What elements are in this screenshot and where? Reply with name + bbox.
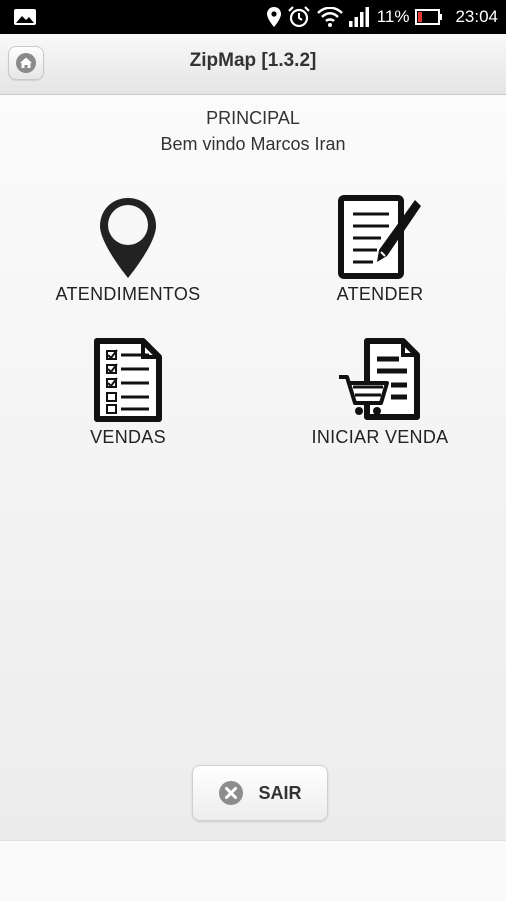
close-circle-icon [219,781,244,805]
battery-percent: 11% [376,7,410,26]
exit-button-label: SAIR [258,782,302,803]
image-notification-icon [14,9,36,25]
map-pin-icon [100,198,156,278]
app-bar: ZipMap [1.3.2] [0,34,506,95]
app-title: ZipMap [1.3.2] [189,50,317,71]
tile-label: ATENDER [336,284,424,304]
tile-label: VENDAS [90,427,166,447]
clock: 23:04 [455,7,498,26]
cart-document-icon [339,338,420,420]
tile-label: ATENDIMENTOS [55,284,201,304]
page-heading: PRINCIPAL Bem vindo Marcos Iran [0,105,506,157]
checklist-icon [94,338,162,422]
alarm-icon [287,6,310,28]
location-icon [266,7,281,27]
wifi-icon [316,7,343,27]
form-pen-icon [338,195,421,279]
tile-iniciar-venda[interactable]: INICIAR VENDA [260,333,500,448]
exit-button[interactable]: SAIR [192,765,328,821]
main-content: PRINCIPAL Bem vindo Marcos Iran ATENDIME… [0,95,506,840]
footer-bar [0,840,506,901]
tile-label: INICIAR VENDA [311,427,449,447]
tile-atender[interactable]: ATENDER [260,190,500,305]
signal-icon [348,7,369,27]
tile-atendimentos[interactable]: ATENDIMENTOS [8,190,248,305]
section-title: PRINCIPAL [206,108,300,128]
status-bar: 11% 23:04 [0,0,506,34]
battery-icon [415,9,443,25]
welcome-text: Bem vindo Marcos Iran [160,134,346,154]
tile-vendas[interactable]: VENDAS [8,333,248,448]
